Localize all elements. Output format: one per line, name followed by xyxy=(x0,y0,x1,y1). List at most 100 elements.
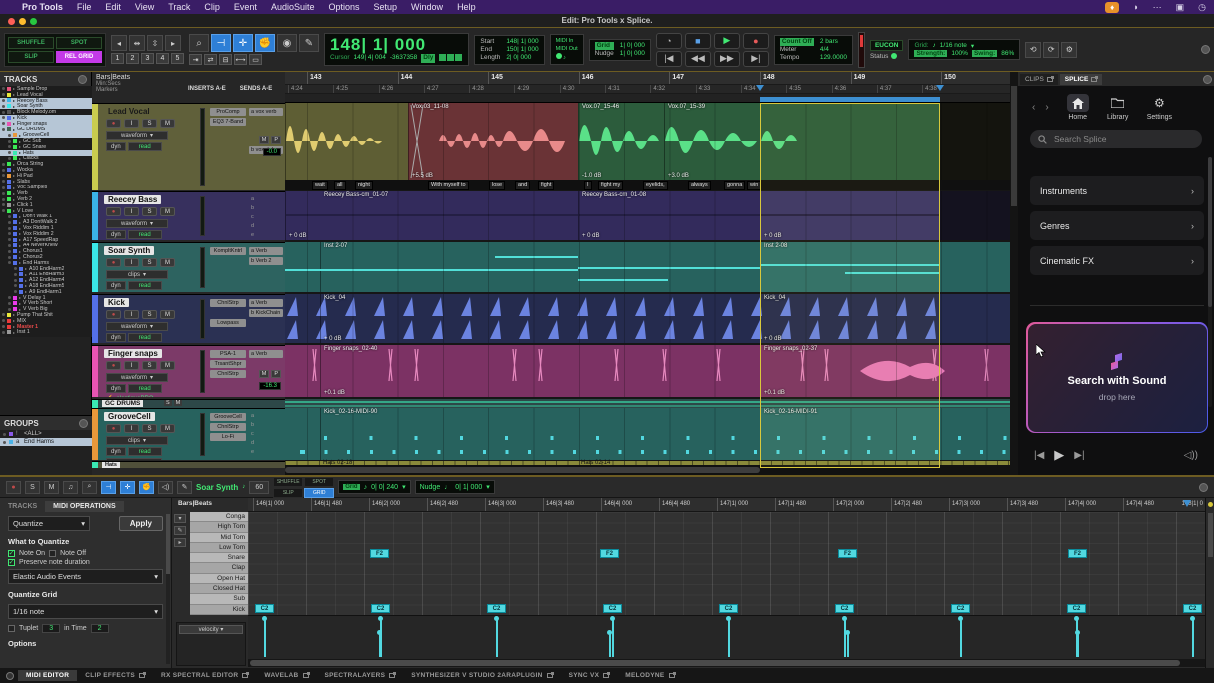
midi-bar-tick[interactable]: 146|2| 000 xyxy=(369,498,427,511)
edit-horizontal-scrollbar[interactable] xyxy=(285,465,1010,475)
track-header-hats[interactable]: Hats xyxy=(92,461,285,468)
automation-mode[interactable]: read xyxy=(128,384,162,393)
zoom-in-button[interactable]: ▸ xyxy=(165,35,181,51)
sec-tick[interactable]: 4:29 xyxy=(514,85,559,93)
lyric-chip[interactable]: always xyxy=(688,181,711,190)
trim-tool[interactable]: ⊣ xyxy=(101,481,116,494)
midi-clip[interactable]: Inst 2-07 xyxy=(320,242,578,292)
lyric-chip[interactable]: win xyxy=(747,181,761,190)
clip-gain[interactable]: + 0 dB xyxy=(582,233,600,239)
send-slot[interactable]: a Verb xyxy=(249,350,283,358)
grid-label[interactable]: Grid xyxy=(595,42,614,50)
input-monitor-button[interactable]: I xyxy=(124,119,139,128)
selection-block[interactable]: Start148| 1| 000 End150| 1| 000 Length2|… xyxy=(474,35,544,65)
record-enable-button[interactable]: ● xyxy=(106,310,121,319)
automation-mode[interactable]: read xyxy=(128,281,162,290)
record-enable-button[interactable]: ● xyxy=(106,424,121,433)
sec-tick[interactable]: 4:35 xyxy=(786,85,831,93)
midi-bar-tick[interactable]: 146|2| 480 xyxy=(427,498,485,511)
lane-finger-snaps[interactable]: Finger snaps_02-40 +0.1 dB Finger snaps_… xyxy=(285,345,1010,397)
grid-nudge-block[interactable]: Grid1| 0| 000 Nudge1| 0| 000 xyxy=(589,39,651,61)
track-name[interactable]: Reecey Bass xyxy=(104,195,161,204)
bar-tick[interactable]: 147 xyxy=(669,72,760,84)
menu-options[interactable]: Options xyxy=(328,2,359,12)
send-slot-letter[interactable]: a xyxy=(251,196,283,202)
control-center-icon[interactable]: ▣ xyxy=(1176,2,1185,13)
markers-ruler-label[interactable]: Markers xyxy=(96,87,130,93)
midi-bar-tick[interactable]: 146|3| 480 xyxy=(543,498,601,511)
sec-tick[interactable]: 4:36 xyxy=(832,85,877,93)
send-slot-letter[interactable]: b xyxy=(251,205,283,211)
automation-mode[interactable]: read xyxy=(128,333,162,342)
midi-clip-selected[interactable]: Inst 2-08 xyxy=(760,242,940,292)
velocity-lane[interactable] xyxy=(248,615,1205,659)
folder-mute-button[interactable]: M xyxy=(174,400,183,406)
midi-note[interactable]: C2 xyxy=(1183,604,1202,613)
record-enable-icon[interactable]: ● xyxy=(6,481,21,494)
track-header-finger-snaps[interactable]: Finger snaps ● I S M waveform▾ dyn read … xyxy=(92,345,285,397)
splice-search[interactable] xyxy=(1030,130,1202,148)
drum-lane-name[interactable]: Snare xyxy=(190,553,248,563)
rewind-button[interactable]: ◀◀ xyxy=(685,51,711,67)
midi-note[interactable]: C2 xyxy=(371,604,390,613)
selection-end-marker[interactable] xyxy=(936,85,944,91)
zoom-h-button[interactable]: ⇹ xyxy=(129,35,145,51)
midi-bar-tick[interactable]: 147|1| 000 xyxy=(717,498,775,511)
undock-icon[interactable] xyxy=(547,673,553,678)
lane-gc-drums-folder[interactable] xyxy=(285,399,1010,408)
strength-label[interactable]: Strength: xyxy=(914,50,947,57)
midi-bar-tick[interactable]: 146|1| 000 xyxy=(253,498,311,511)
zoom-preset-button[interactable]: 3 xyxy=(141,53,154,64)
note-on-checkbox[interactable]: ✓ xyxy=(8,550,15,557)
solo-button[interactable]: S xyxy=(142,310,157,319)
lyric-chip[interactable]: With myself to xyxy=(428,181,469,190)
lyric-chip[interactable]: gonna xyxy=(724,181,745,190)
lane-lead-vocal[interactable]: Vox.03_11-08 +5.5 dB Vox.07_15-46 -1.0 d… xyxy=(285,103,1010,180)
midi-nudge-value[interactable]: 0| 1| 000 xyxy=(455,484,482,491)
operation-select[interactable]: Quantize▾ xyxy=(8,516,90,531)
midi-bar-tick[interactable]: 146|1| 480 xyxy=(311,498,369,511)
edit-vertical-scrollbar[interactable] xyxy=(1010,72,1018,475)
scrubber-tool[interactable]: ◉ xyxy=(277,34,297,52)
dock-options-button[interactable] xyxy=(1203,75,1212,84)
clip-gain[interactable]: +5.5 dB xyxy=(412,173,433,179)
mirrored-midi-button[interactable]: ▭ xyxy=(249,54,262,65)
bar-tick[interactable]: 145 xyxy=(488,72,579,84)
midi-toolbar-options-button[interactable] xyxy=(1199,483,1208,492)
sec-tick[interactable]: 4:31 xyxy=(605,85,650,93)
midi-bars-ruler[interactable]: 146|1| 000146|1| 480146|2| 000146|2| 480… xyxy=(248,498,1205,512)
undock-icon[interactable] xyxy=(303,673,309,678)
track-view-selector[interactable]: waveform▾ xyxy=(106,322,168,331)
loop-record-icon[interactable]: ⟲ xyxy=(1025,42,1041,58)
online-button[interactable]: ◔ xyxy=(656,33,682,49)
quantize-grid-select[interactable]: 1/16 note▾ xyxy=(8,604,163,619)
grabber-tool[interactable]: ✊ xyxy=(255,34,275,52)
bottom-dock-tab[interactable]: SYNTHESIZER V STUDIO 2ARAPLUGIN xyxy=(403,670,560,681)
preserve-duration-checkbox[interactable]: ✓ xyxy=(8,559,15,566)
clip-gain[interactable]: +3.0 dB xyxy=(668,173,689,179)
selector-tool[interactable]: ✛ xyxy=(120,481,135,494)
swing-label[interactable]: Swing: xyxy=(972,50,997,57)
solo-button[interactable]: S xyxy=(142,361,157,370)
midi-grid-block[interactable]: Grid ♪ 0| 0| 240 ▾ xyxy=(338,480,410,494)
midi-nudge-label[interactable]: Nudge xyxy=(420,484,441,491)
insert-slot[interactable]: ChnlStrp xyxy=(210,299,246,307)
zoom-preset-button[interactable]: 4 xyxy=(156,53,169,64)
next-sample-button[interactable]: ▶| xyxy=(1074,450,1084,461)
midi-note[interactable]: C2 xyxy=(951,604,970,613)
record-enable-button[interactable]: ● xyxy=(106,207,121,216)
input-monitor-button[interactable]: I xyxy=(124,361,139,370)
selection-start-marker[interactable] xyxy=(756,85,764,91)
volume-icon[interactable]: ◁)) xyxy=(1184,450,1198,461)
midi-note[interactable]: C2 xyxy=(1067,604,1086,613)
midi-note[interactable]: C2 xyxy=(603,604,622,613)
lyric-chip[interactable]: fight xyxy=(538,181,554,190)
drum-lane-name[interactable]: Clap xyxy=(190,563,248,573)
lyric-chip[interactable]: I xyxy=(584,181,592,190)
lyric-chip[interactable]: lose xyxy=(489,181,505,190)
insertion-follows-button[interactable]: ⟷ xyxy=(234,54,247,65)
input-monitor-button[interactable]: I xyxy=(124,424,139,433)
midi-note[interactable]: F2 xyxy=(370,549,389,558)
grid2-value[interactable]: 1/16 note xyxy=(940,42,967,50)
drum-lane-name[interactable]: Conga xyxy=(190,512,248,522)
